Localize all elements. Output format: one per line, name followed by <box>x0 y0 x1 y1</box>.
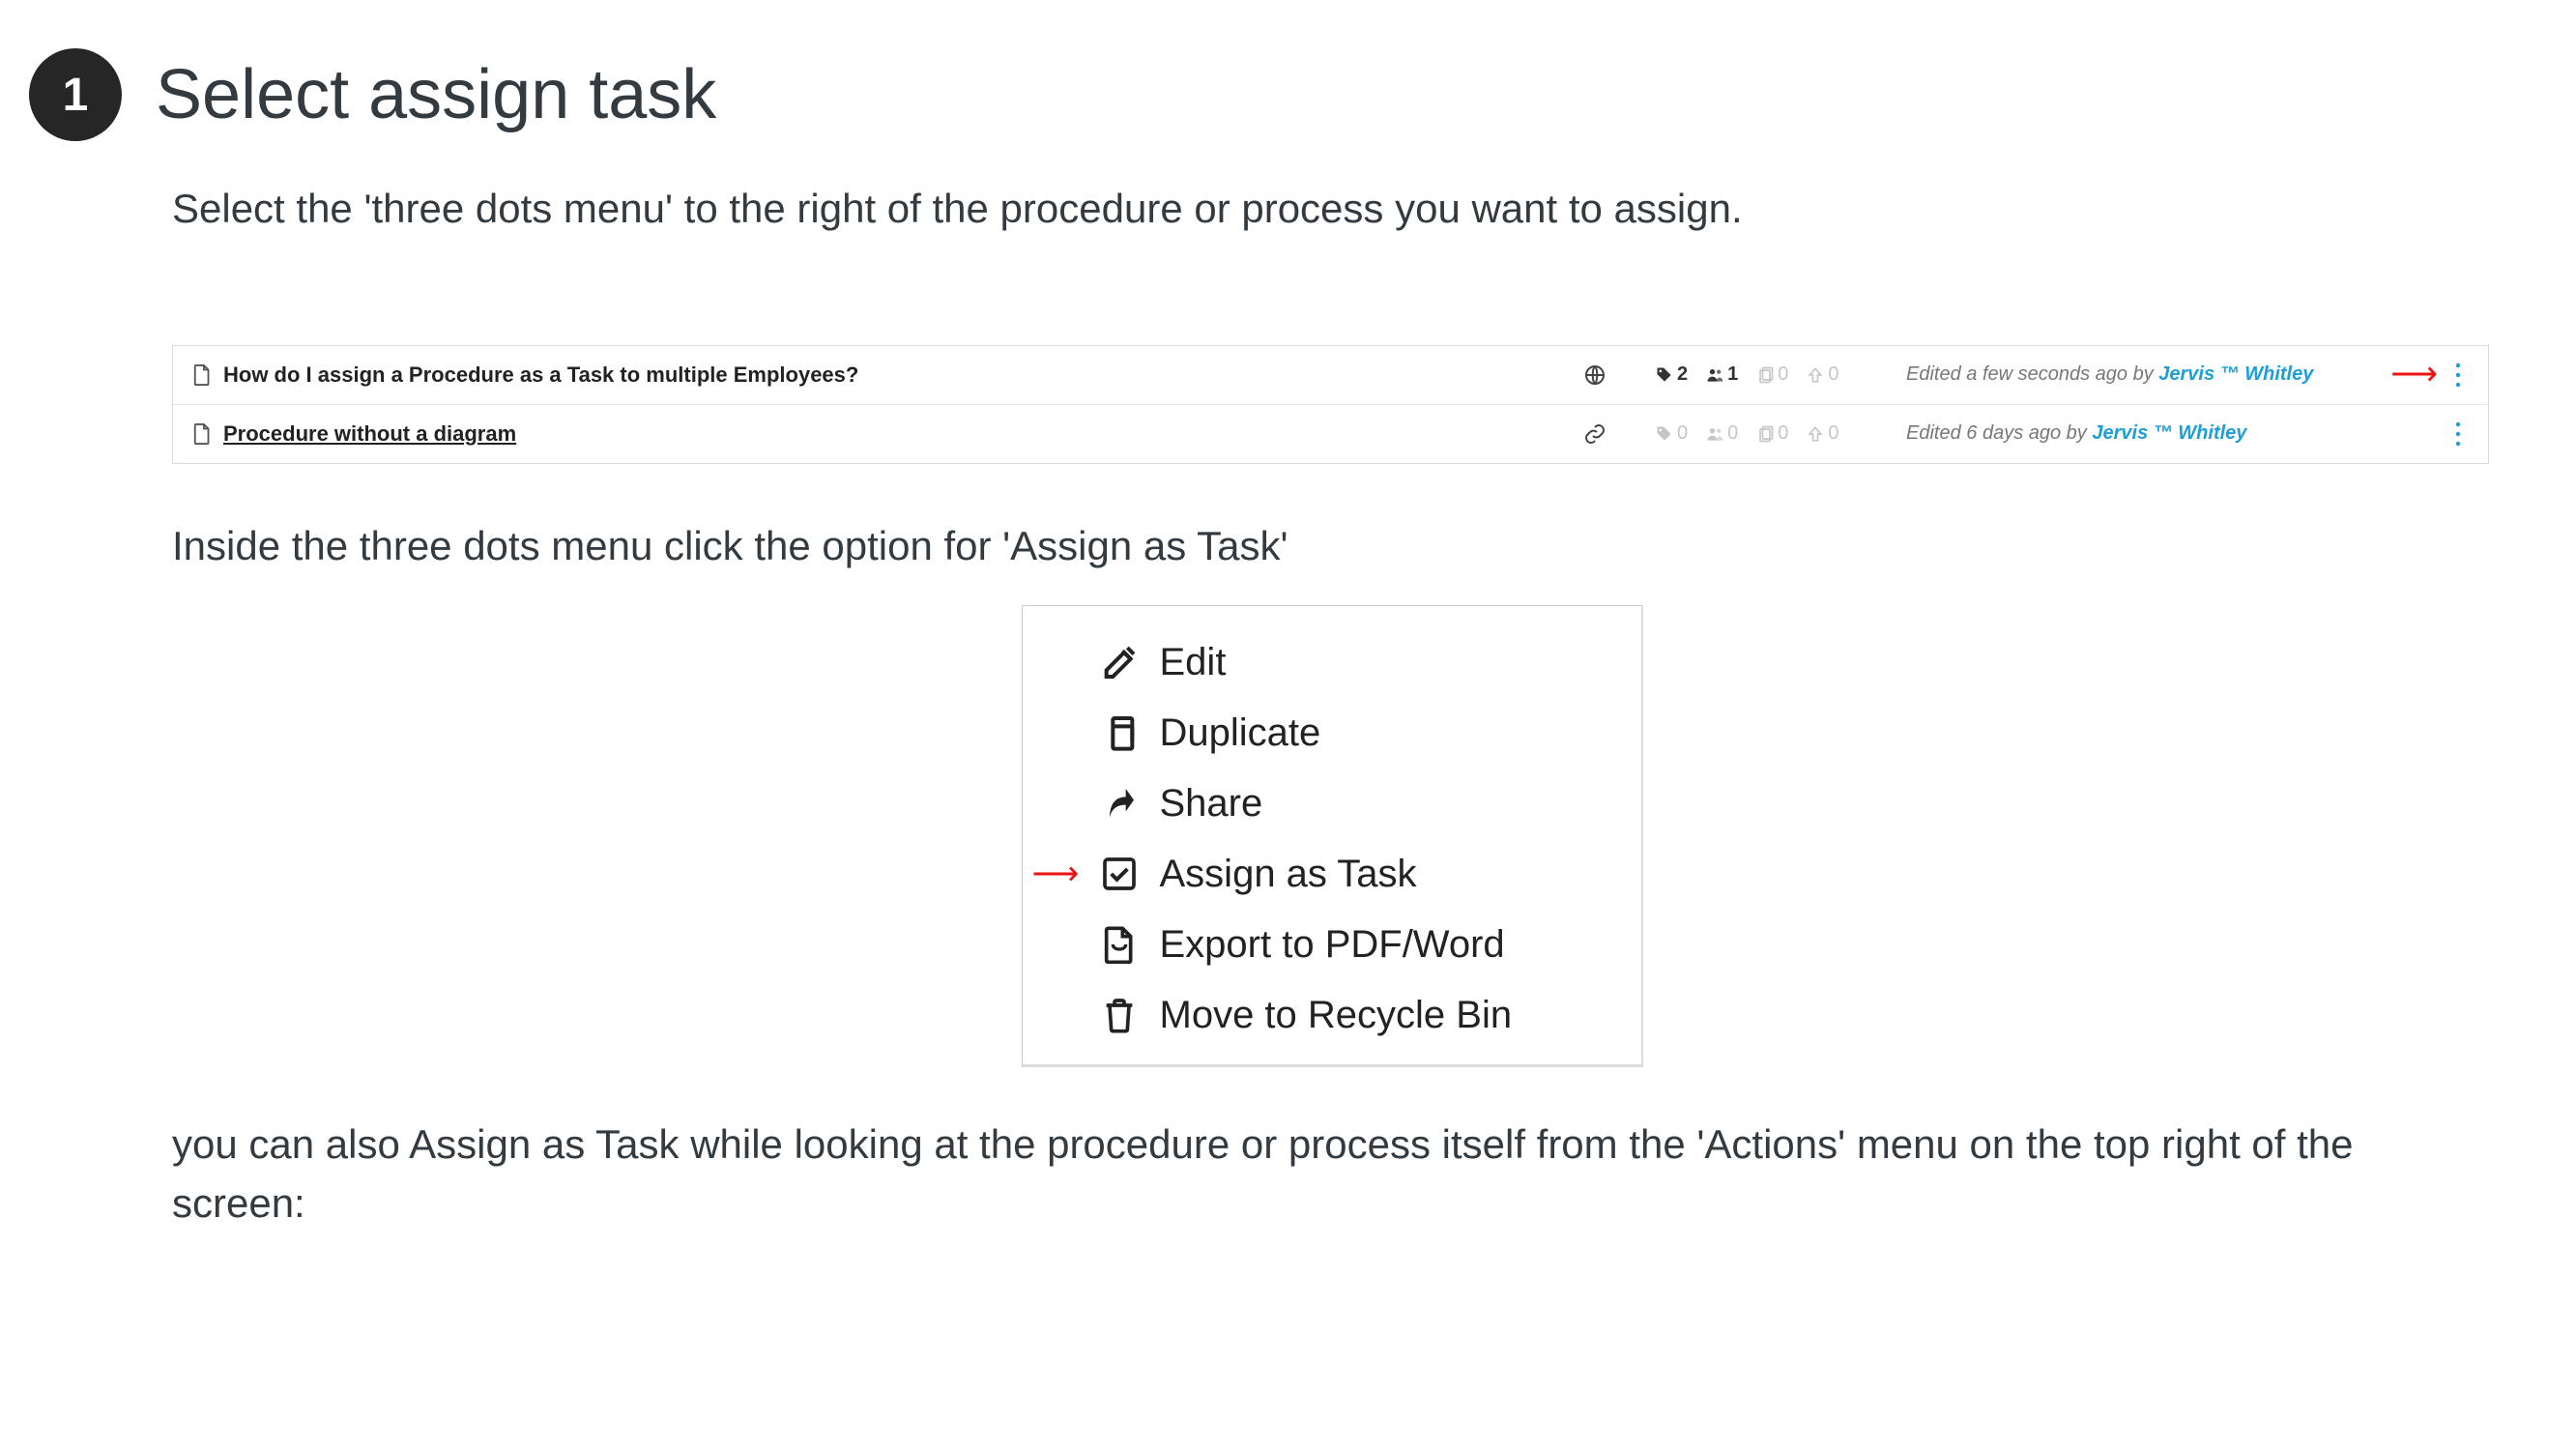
kebab-menu-button[interactable] <box>2447 361 2469 390</box>
stat-up-value: 0 <box>1828 363 1838 386</box>
step-title: Select assign task <box>156 55 716 134</box>
tag-icon <box>1655 424 1674 444</box>
stat-users-value: 0 <box>1727 422 1738 445</box>
file-pdf-icon <box>1100 925 1139 964</box>
procedure-title[interactable]: How do I assign a Procedure as a Task to… <box>223 362 858 388</box>
files-icon <box>1755 424 1775 444</box>
files-icon <box>1755 365 1775 385</box>
stat-up: 0 <box>1806 422 1838 445</box>
menu-item-label: Edit <box>1160 641 1227 684</box>
procedure-list: How do I assign a Procedure as a Task to… <box>172 345 2489 464</box>
stat-users: 1 <box>1705 363 1738 386</box>
users-icon <box>1705 424 1724 444</box>
menu-item-share[interactable]: Share <box>1023 768 1641 839</box>
stat-users: 0 <box>1705 422 1738 445</box>
menu-item-edit[interactable]: Edit <box>1023 627 1641 698</box>
procedure-row[interactable]: Procedure without a diagram 0 0 <box>173 405 2488 463</box>
row-stats: 2 1 0 0 <box>1655 363 1872 386</box>
link-icon <box>1583 422 1606 446</box>
stat-tags: 0 <box>1655 422 1688 445</box>
stat-files-value: 0 <box>1778 363 1788 386</box>
context-menu-illustration: Edit Duplicate Share ⟶ Assign as Task <box>172 605 2492 1067</box>
menu-item-label: Assign as Task <box>1160 853 1417 896</box>
document-icon <box>192 423 214 445</box>
menu-item-export[interactable]: Export to PDF/Word <box>1023 910 1641 980</box>
stat-files: 0 <box>1755 363 1788 386</box>
intro-paragraph-1: Select the 'three dots menu' to the righ… <box>172 180 2492 239</box>
procedure-row[interactable]: How do I assign a Procedure as a Task to… <box>173 346 2488 405</box>
stat-tags-value: 2 <box>1677 363 1688 386</box>
annotation-arrow-icon: ⟶ <box>2370 355 2438 393</box>
share-icon <box>1100 784 1139 823</box>
edit-icon <box>1100 643 1139 682</box>
content-column: Select the 'three dots menu' to the righ… <box>172 180 2492 1233</box>
menu-item-duplicate[interactable]: Duplicate <box>1023 698 1641 768</box>
row-stats: 0 0 0 0 <box>1655 422 1872 445</box>
up-icon <box>1806 365 1825 385</box>
menu-item-assign-as-task[interactable]: ⟶ Assign as Task <box>1023 839 1641 910</box>
meta-author[interactable]: Jervis ™ Whitley <box>2158 363 2313 385</box>
procedure-title[interactable]: Procedure without a diagram <box>223 421 516 447</box>
stat-tags: 2 <box>1655 363 1688 386</box>
menu-item-label: Export to PDF/Word <box>1160 923 1505 967</box>
globe-icon <box>1583 363 1606 387</box>
document-page: 1 Select assign task Select the 'three d… <box>0 0 2576 1450</box>
meta-author[interactable]: Jervis ™ Whitley <box>2092 422 2246 444</box>
stat-up-value: 0 <box>1828 422 1838 445</box>
kebab-menu-button[interactable] <box>2447 420 2469 449</box>
document-icon <box>192 364 214 386</box>
tag-icon <box>1655 365 1674 385</box>
stat-files: 0 <box>1755 422 1788 445</box>
intro-paragraph-3: you can also Assign as Task while lookin… <box>172 1116 2492 1233</box>
menu-item-label: Duplicate <box>1160 711 1321 755</box>
meta-prefix: Edited 6 days ago by <box>1906 422 2092 444</box>
up-icon <box>1806 424 1825 444</box>
stat-files-value: 0 <box>1778 422 1788 445</box>
intro-paragraph-2: Inside the three dots menu click the opt… <box>172 517 2492 576</box>
stat-up: 0 <box>1806 363 1838 386</box>
annotation-arrow-icon: ⟶ <box>1032 855 1080 893</box>
menu-item-label: Move to Recycle Bin <box>1160 994 1513 1037</box>
stat-users-value: 1 <box>1727 363 1738 386</box>
step-number: 1 <box>63 69 89 122</box>
row-meta: Edited 6 days ago by Jervis ™ Whitley <box>1906 422 2370 445</box>
meta-prefix: Edited a few seconds ago by <box>1906 363 2158 385</box>
stat-tags-value: 0 <box>1677 422 1688 445</box>
row-meta: Edited a few seconds ago by Jervis ™ Whi… <box>1906 363 2370 386</box>
trash-icon <box>1100 996 1139 1034</box>
menu-item-move-to-recycle-bin[interactable]: Move to Recycle Bin <box>1023 980 1641 1051</box>
users-icon <box>1705 365 1724 385</box>
copy-icon <box>1100 713 1139 752</box>
menu-item-label: Share <box>1160 782 1263 826</box>
step-header: 1 Select assign task <box>29 48 2547 141</box>
checkbox-icon <box>1100 855 1139 893</box>
context-menu: Edit Duplicate Share ⟶ Assign as Task <box>1022 605 1643 1067</box>
step-number-badge: 1 <box>29 48 122 141</box>
